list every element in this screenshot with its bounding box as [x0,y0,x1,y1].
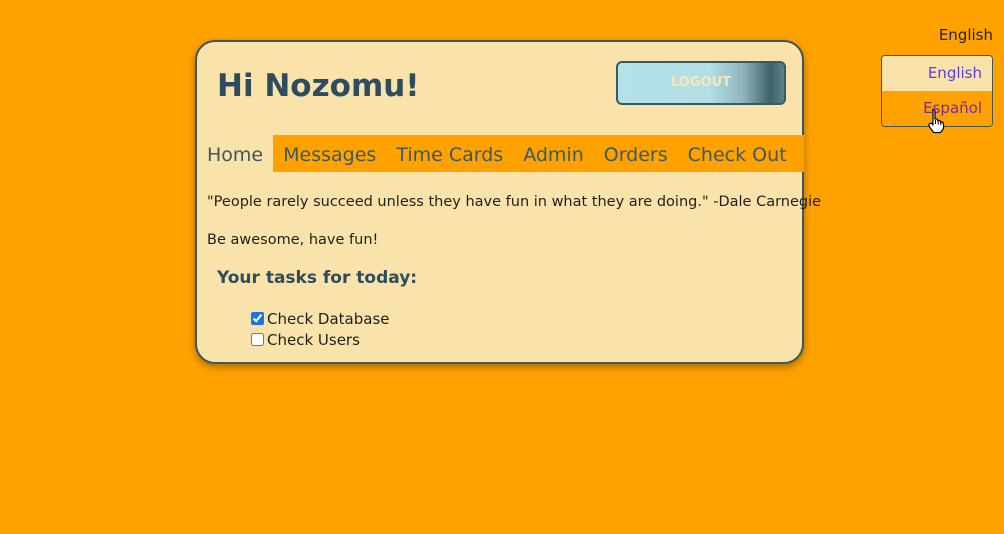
greeting-title: Hi Nozomu! [217,68,420,104]
nav-item-time-cards[interactable]: Time Cards [386,135,513,172]
task-checkbox-check-users[interactable] [251,333,264,346]
tasks-heading: Your tasks for today: [217,268,418,288]
language-selector[interactable]: English [939,26,993,44]
language-option-english[interactable]: English [882,56,992,91]
task-checkbox-check-database[interactable] [251,312,264,325]
task-label: Check Database [267,309,390,328]
task-item-check-users: Check Users [251,329,389,350]
motto-text: Be awesome, have fun! [207,232,379,248]
hand-pointer-icon [928,108,945,134]
nav-item-messages[interactable]: Messages [273,135,386,172]
nav-item-home[interactable]: Home [197,135,274,172]
nav-item-check-out[interactable]: Check Out [678,135,797,172]
quote-text: "People rarely succeed unless they have … [207,194,822,210]
nav-bar: Home Messages Time Cards Admin Orders Ch… [197,135,804,172]
nav-item-orders[interactable]: Orders [594,135,678,172]
nav-item-admin[interactable]: Admin [513,135,594,172]
main-card: Hi Nozomu! LOGOUT Home Messages Time Car… [195,40,821,364]
page: Hi Nozomu! LOGOUT Home Messages Time Car… [0,0,1004,534]
task-item-check-database: Check Database [251,308,389,329]
task-list: Check Database Check Users [251,308,389,350]
logout-button[interactable]: LOGOUT [616,61,786,105]
task-label: Check Users [267,330,360,349]
